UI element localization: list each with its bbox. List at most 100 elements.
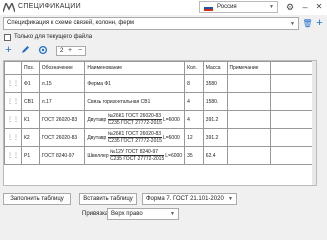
name-cell-base: Швеллер: [87, 152, 109, 159]
qty-cell[interactable]: 12: [184, 128, 204, 147]
pos-cell[interactable]: СВ1: [21, 92, 40, 111]
table-row[interactable]: ⋮⋮ Р1 ГОСТ 8240-97 Швеллер №12У ГОСТ 8240-9…: [4, 146, 316, 165]
table-row[interactable]: ⋮⋮ Ф1 л.15 Ферма Ф1 8 3580: [4, 74, 316, 93]
note-cell[interactable]: [226, 146, 271, 165]
drag-handle-icon[interactable]: ⋮⋮: [4, 128, 22, 147]
designation-cell[interactable]: л.17: [38, 92, 86, 111]
note-cell[interactable]: [226, 92, 271, 111]
name-profile-bottom: С235 ГОСТ 27772-2015: [107, 138, 162, 144]
pos-cell[interactable]: К2: [21, 128, 40, 147]
note-cell[interactable]: [226, 110, 271, 129]
window-title: СПЕЦИФИКАЦИИ: [18, 3, 81, 10]
name-profile-top: №12У ГОСТ 8240-97: [110, 149, 165, 156]
chevron-down-icon: ▼: [290, 21, 295, 27]
name-profile-bottom: С235 ГОСТ 27772-2015: [110, 156, 165, 162]
pos-cell[interactable]: К1: [21, 110, 40, 129]
flag-icon: [204, 5, 213, 11]
note-cell[interactable]: [226, 128, 271, 147]
mass-cell[interactable]: 391.2: [202, 128, 228, 147]
extra-cell: [269, 92, 316, 111]
pos-cell[interactable]: Ф1: [21, 74, 40, 93]
delete-icon[interactable]: 🗑: [302, 17, 313, 30]
header-designation[interactable]: Обозначение: [38, 61, 86, 75]
chevron-down-icon: ▼: [228, 196, 233, 202]
region-value: Россия: [217, 4, 237, 10]
specification-select[interactable]: Спецификация к схеме связей, колонн, фер…: [3, 17, 299, 30]
minimize-icon[interactable]: –: [299, 1, 311, 13]
header-note[interactable]: Примечание: [226, 61, 271, 75]
qty-cell[interactable]: 4: [184, 92, 204, 111]
name-profile-stack: №26К1 ГОСТ 26020-83 С235 ГОСТ 27772-2015: [107, 131, 162, 144]
close-icon[interactable]: ✕: [313, 1, 325, 13]
add-icon[interactable]: +: [314, 17, 325, 30]
drag-handle-icon[interactable]: ⋮⋮: [4, 92, 22, 111]
name-profile-stack: №26К1 ГОСТ 26020-83 С235 ГОСТ 27772-2015: [107, 113, 162, 126]
name-profile-top: №26К1 ГОСТ 26020-83: [107, 131, 162, 138]
designation-cell[interactable]: ГОСТ 8240-97: [38, 146, 86, 165]
name-cell-base: Двутавр: [87, 134, 107, 141]
mass-cell[interactable]: 391.2: [202, 110, 228, 129]
app-logo-icon: [3, 3, 15, 12]
qty-cell[interactable]: 8: [184, 74, 204, 93]
drag-handle-icon[interactable]: ⋮⋮: [4, 146, 22, 165]
drag-handle-icon[interactable]: ⋮⋮: [4, 110, 22, 129]
only-current-file-label: Только для текущего файла: [14, 34, 93, 40]
designation-cell[interactable]: ГОСТ 26020-83: [38, 128, 86, 147]
name-profile-stack: №12У ГОСТ 8240-97 С235 ГОСТ 27772-2015: [110, 149, 165, 162]
chevron-down-icon: ▼: [170, 211, 175, 217]
flag-stripe-red: [204, 9, 213, 11]
header-extra: [269, 61, 316, 75]
anchor-select[interactable]: Верх право ▼: [107, 208, 179, 220]
settings-icon[interactable]: ⚙: [284, 1, 296, 13]
qty-cell[interactable]: 4: [184, 110, 204, 129]
name-length: L=6000: [165, 152, 183, 159]
name-length: L=6000: [162, 116, 180, 123]
mass-cell[interactable]: 1580.: [202, 92, 228, 111]
name-cell[interactable]: Связь горизонтальная СВ1: [84, 92, 186, 111]
region-select[interactable]: Россия ▼: [199, 1, 278, 13]
table-row[interactable]: ⋮⋮ К2 ГОСТ 26020-83 Двутавр №26К1 ГОСТ 2602…: [4, 128, 316, 147]
vertical-scrollbar[interactable]: [312, 61, 316, 185]
crosshair-icon: [38, 45, 47, 55]
pencil-icon: [22, 46, 29, 53]
specification-table: Поз. Обозначение Наименование Кол. Масса…: [3, 60, 317, 186]
name-cell[interactable]: Швеллер №12У ГОСТ 8240-97 С235 ГОСТ 27772…: [84, 146, 186, 165]
qty-cell[interactable]: 35: [184, 146, 204, 165]
form-select[interactable]: Форма 7. ГОСТ 21.101-2020 ▼: [142, 193, 237, 205]
add-row-icon[interactable]: +: [3, 45, 14, 56]
header-mass[interactable]: Масса: [202, 61, 228, 75]
target-icon[interactable]: [37, 45, 48, 56]
name-length: L=6000: [162, 134, 180, 141]
header-pos[interactable]: Поз.: [21, 61, 40, 75]
insert-table-button[interactable]: Вставить таблицу: [79, 193, 137, 205]
name-cell[interactable]: Ферма Ф1: [84, 74, 186, 93]
only-current-file-checkbox[interactable]: [4, 34, 11, 41]
name-cell-text: Связь горизонтальная СВ1: [87, 98, 151, 105]
name-cell[interactable]: Двутавр №26К1 ГОСТ 26020-83 С235 ГОСТ 277…: [84, 128, 186, 147]
table-row[interactable]: ⋮⋮ СВ1 л.17 Связь горизонтальная СВ1 4 1580.: [4, 92, 316, 111]
drag-handle-icon[interactable]: ⋮⋮: [4, 74, 22, 93]
table: Поз. Обозначение Наименование Кол. Масса…: [4, 61, 316, 165]
edit-icon[interactable]: [20, 45, 31, 56]
note-cell[interactable]: [226, 74, 271, 93]
anchor-select-value: Верх право: [111, 211, 143, 217]
name-cell[interactable]: Двутавр №26К1 ГОСТ 26020-83 С235 ГОСТ 277…: [84, 110, 186, 129]
name-cell-text: Ферма Ф1: [87, 80, 111, 87]
header-qty[interactable]: Кол.: [184, 61, 204, 75]
extra-cell: [269, 146, 316, 165]
mass-cell[interactable]: 3580: [202, 74, 228, 93]
designation-cell[interactable]: ГОСТ 26020-83: [38, 110, 86, 129]
name-cell-base: Двутавр: [87, 116, 107, 123]
quantity-stepper[interactable]: 2 + −: [56, 46, 86, 56]
table-header-row: Поз. Обозначение Наименование Кол. Масса…: [4, 61, 316, 75]
fill-table-button[interactable]: Заполнить таблицу: [3, 193, 71, 205]
form-select-value: Форма 7. ГОСТ 21.101-2020: [146, 196, 224, 202]
stepper-plus-button[interactable]: +: [68, 47, 72, 54]
mass-cell[interactable]: 62.4: [202, 146, 228, 165]
pos-cell[interactable]: Р1: [21, 146, 40, 165]
stepper-minus-button[interactable]: −: [78, 47, 82, 54]
table-row[interactable]: ⋮⋮ К1 ГОСТ 26020-83 Двутавр №26К1 ГОСТ 2602…: [4, 110, 316, 129]
header-name[interactable]: Наименование: [84, 61, 186, 75]
designation-cell[interactable]: л.15: [38, 74, 86, 93]
extra-cell: [269, 74, 316, 93]
